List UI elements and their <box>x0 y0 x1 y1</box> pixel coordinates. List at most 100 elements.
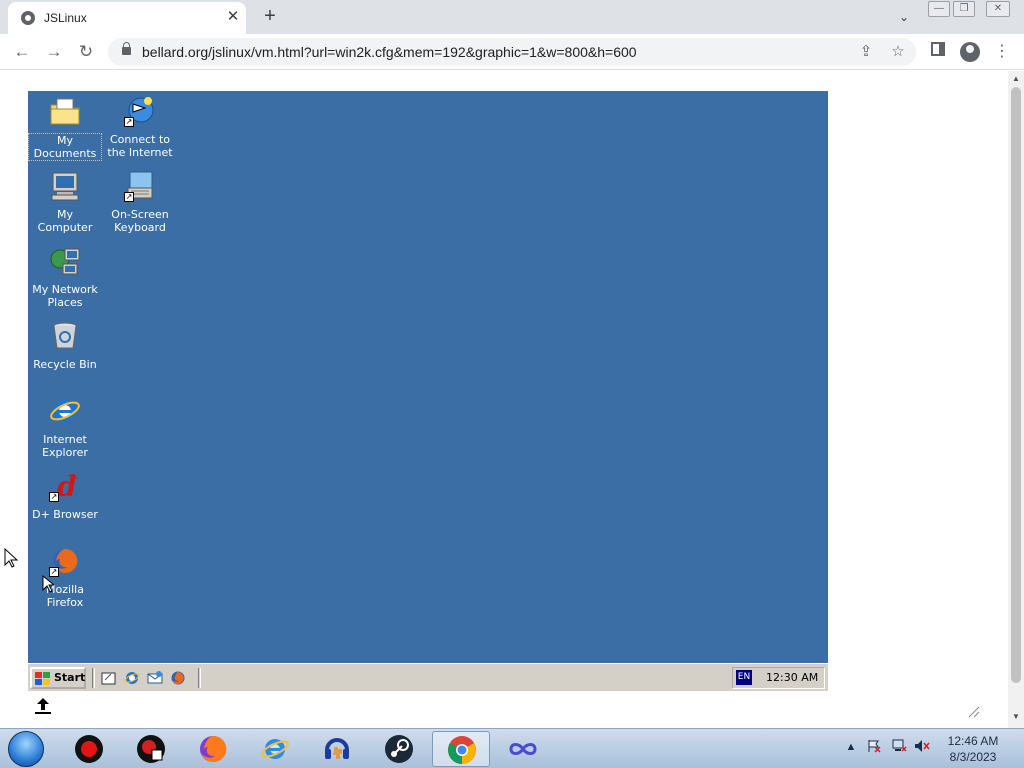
desktop-icon-recycle-bin[interactable]: Recycle Bin <box>28 320 102 371</box>
taskbar-app-obs[interactable] <box>122 731 180 767</box>
quick-launch-separator <box>198 668 201 688</box>
recycle-bin-icon <box>49 320 81 352</box>
vm-clock[interactable]: 12:30 AM <box>766 671 818 684</box>
vm-taskbar: Start EN 12:30 AM <box>28 663 828 691</box>
shortcut-arrow-icon: ↗ <box>124 117 134 127</box>
clock-time: 12:46 AM <box>947 734 999 748</box>
record-icon <box>75 735 103 763</box>
volume-muted-icon[interactable] <box>914 739 930 755</box>
page-scrollbar[interactable]: ▲ ▼ <box>1008 71 1024 728</box>
taskbar-app-steam[interactable] <box>370 731 428 767</box>
system-clock[interactable]: 12:46 AM 8/3/2023 <box>940 733 1006 765</box>
reload-button[interactable]: ↻ <box>74 40 98 64</box>
restore-button[interactable]: ❐ <box>953 1 975 17</box>
dplus-icon: d + ↗ <box>49 470 81 503</box>
scroll-down-arrow-icon[interactable]: ▼ <box>1012 712 1020 721</box>
svg-text:+: + <box>69 471 79 485</box>
show-desktop-icon[interactable] <box>101 670 117 686</box>
desktop-icon-mozilla-firefox[interactable]: ↗ Mozilla Firefox <box>28 545 102 609</box>
scroll-up-arrow-icon[interactable]: ▲ <box>1012 74 1020 83</box>
ie-icon <box>261 739 289 759</box>
address-url[interactable]: bellard.org/jslinux/vm.html?url=win2k.cf… <box>142 44 637 60</box>
back-button[interactable]: ← <box>10 40 34 64</box>
side-panel-icon[interactable] <box>926 40 950 64</box>
lock-icon[interactable] <box>122 42 131 55</box>
desktop-icon-dplus-browser[interactable]: d + ↗ D+ Browser <box>28 470 102 521</box>
connect-wizard-icon: ↗ <box>124 95 156 127</box>
audacity-icon <box>325 738 349 759</box>
chrome-icon <box>448 736 476 764</box>
firefox-icon <box>200 735 227 762</box>
tab-jslinux[interactable]: JSLinux ✕ <box>8 2 246 34</box>
network-icon <box>49 245 81 277</box>
desktop-icon-my-documents[interactable]: My Documents <box>28 95 102 161</box>
address-bar[interactable]: bellard.org/jslinux/vm.html?url=win2k.cf… <box>108 38 916 66</box>
resize-grip-icon[interactable] <box>968 706 980 718</box>
globe-icon <box>21 11 35 25</box>
browser-toolbar: ← → ↻ bellard.org/jslinux/vm.html?url=wi… <box>0 34 1024 70</box>
computer-icon <box>49 170 81 202</box>
taskbar-app-infinity[interactable] <box>494 731 552 767</box>
outlook-express-icon[interactable] <box>147 670 163 686</box>
network-status-icon[interactable] <box>891 739 907 755</box>
bookmark-star-icon[interactable]: ☆ <box>888 42 908 62</box>
upload-icon[interactable] <box>33 696 53 716</box>
desktop-icon-label: My Computer <box>37 208 93 234</box>
firefox-icon: ↗ <box>49 545 81 577</box>
action-center-flag-icon[interactable] <box>866 739 882 755</box>
host-taskbar: ▲ 12:46 AM 8/3/2023 <box>0 728 1024 768</box>
desktop-icon-my-computer[interactable]: My Computer <box>28 170 102 234</box>
ie-quick-launch-icon[interactable] <box>124 670 140 686</box>
language-indicator[interactable]: EN <box>736 670 752 685</box>
quick-launch-separator <box>92 668 95 688</box>
desktop-icon-label: D+ Browser <box>32 508 98 521</box>
desktop-icon-label: Mozilla Firefox <box>46 583 84 609</box>
shortcut-arrow-icon: ↗ <box>49 492 59 502</box>
windows-logo-icon <box>35 672 50 685</box>
start-label: Start <box>54 671 86 684</box>
ie-icon <box>49 395 81 427</box>
profile-avatar-icon[interactable] <box>960 42 980 62</box>
new-tab-button[interactable]: + <box>258 5 282 29</box>
taskbar-app-firefox[interactable] <box>184 731 242 767</box>
desktop-icon-network-places[interactable]: My Network Places <box>28 245 102 309</box>
desktop-icon-label: Recycle Bin <box>33 358 97 371</box>
mouse-cursor-icon <box>4 548 18 568</box>
desktop-icon-internet-explorer[interactable]: Internet Explorer <box>28 395 102 459</box>
obs-icon <box>137 735 165 763</box>
taskbar-app-chrome[interactable] <box>432 731 490 767</box>
tab-search-chevron-icon[interactable]: ⌄ <box>893 7 915 27</box>
system-tray: EN 12:30 AM <box>732 667 825 689</box>
minimize-button[interactable]: — <box>928 1 950 17</box>
infinity-icon <box>509 743 537 755</box>
desktop-icon-label: Internet Explorer <box>42 433 88 459</box>
start-button[interactable]: Start <box>30 667 86 689</box>
tab-close-icon[interactable]: ✕ <box>224 8 242 26</box>
tab-title: JSLinux <box>44 11 87 25</box>
folder-documents-icon <box>49 95 81 127</box>
forward-button[interactable]: → <box>42 40 66 64</box>
taskbar-app-record[interactable] <box>60 731 118 767</box>
firefox-quick-launch-icon[interactable] <box>170 670 186 686</box>
scrollbar-thumb[interactable] <box>1011 87 1021 683</box>
steam-icon <box>385 735 413 763</box>
taskbar-app-audacity[interactable] <box>308 731 366 767</box>
clock-date: 8/3/2023 <box>949 750 997 764</box>
browser-tab-strip: JSLinux ✕ + ⌄ — ❐ ✕ <box>0 0 1024 34</box>
browser-menu-button[interactable]: ⋮ <box>990 40 1014 64</box>
close-window-button[interactable]: ✕ <box>986 1 1010 17</box>
keyboard-icon: ↗ <box>124 170 156 202</box>
vm-screen[interactable]: My Documents ↗ Connect to the Internet M… <box>28 91 828 691</box>
desktop-icon-on-screen-keyboard[interactable]: ↗ On-Screen Keyboard <box>103 170 177 234</box>
desktop-icon-label: On-Screen Keyboard <box>111 208 169 234</box>
desktop-icon-connect-internet[interactable]: ↗ Connect to the Internet <box>103 95 177 159</box>
show-hidden-icons-icon[interactable]: ▲ <box>843 739 859 755</box>
share-icon[interactable]: ⇪ <box>856 42 876 62</box>
shortcut-arrow-icon: ↗ <box>124 192 134 202</box>
desktop-icon-label: My Documents <box>28 133 102 161</box>
windows-start-orb-icon[interactable] <box>8 731 44 767</box>
desktop-icon-label: Connect to the Internet <box>107 133 173 159</box>
desktop-icon-label: My Network Places <box>32 283 98 309</box>
vm-mouse-cursor-icon <box>42 575 54 593</box>
taskbar-app-internet-explorer[interactable] <box>246 731 304 767</box>
